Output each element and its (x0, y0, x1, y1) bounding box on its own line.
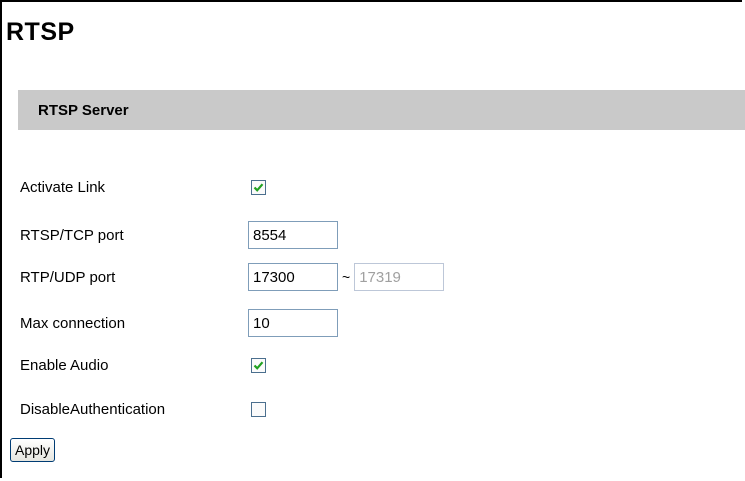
apply-button[interactable]: Apply (10, 438, 56, 462)
activate-link-row: Activate Link (20, 172, 266, 202)
section-header: RTSP Server (18, 90, 745, 130)
disable-authentication-row: DisableAuthentication (20, 394, 266, 424)
disable-authentication-checkbox[interactable] (251, 401, 266, 417)
rtsp-tcp-port-label: RTSP/TCP port (20, 226, 124, 244)
enable-audio-checkbox[interactable] (251, 357, 266, 373)
checkmark-icon (253, 182, 264, 192)
disable-authentication-label: DisableAuthentication (20, 400, 166, 418)
max-connection-label: Max connection (20, 314, 126, 332)
section-title: RTSP Server (38, 101, 129, 119)
rtsp-tcp-port-input[interactable] (248, 221, 338, 249)
rtsp-tcp-port-row: RTSP/TCP port (20, 220, 338, 250)
activate-link-checkbox[interactable] (251, 179, 266, 195)
rtp-udp-port-start-input[interactable] (248, 263, 338, 291)
rtp-udp-port-row: RTP/UDP port ~ (20, 262, 445, 292)
max-connection-input[interactable] (248, 309, 338, 337)
page-title: RTSP (6, 18, 75, 46)
port-range-separator: ~ (342, 269, 351, 285)
rtp-udp-port-label: RTP/UDP port (20, 268, 116, 286)
checkmark-icon (253, 360, 264, 370)
activate-link-label: Activate Link (20, 178, 106, 196)
rtp-udp-port-end-input (354, 263, 445, 291)
max-connection-row: Max connection (20, 308, 338, 338)
enable-audio-row: Enable Audio (20, 350, 266, 380)
enable-audio-label: Enable Audio (20, 356, 109, 374)
